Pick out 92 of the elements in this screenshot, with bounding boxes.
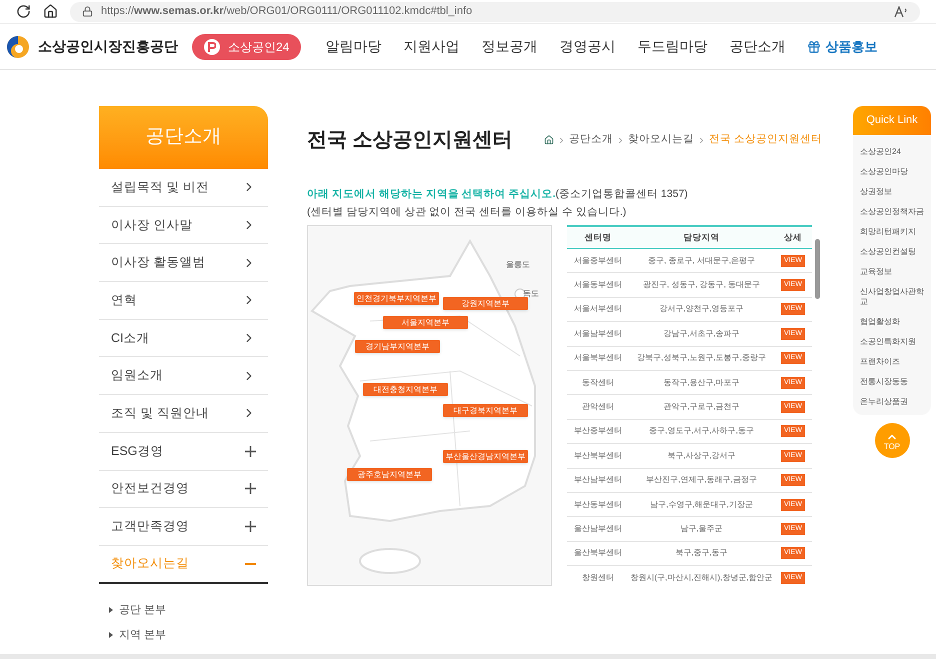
nav-link[interactable]: 지원사업 [403,36,460,57]
scrollbar[interactable] [815,239,820,299]
quick-link-item[interactable]: 전통시장동동 [860,377,924,387]
sidebar-item[interactable]: 임원소개 [99,357,268,396]
table-cell-text: 남구,울주군 [679,522,724,535]
island-label: 울릉도 [506,259,530,271]
breadcrumb-item: 전국 소상공인지원센터 [709,132,822,148]
table-cell-text: 관악센터 [581,401,615,414]
quick-link-item[interactable]: 프랜차이즈 [860,357,924,367]
sidebar-item[interactable]: 설립목적 및 비전 [99,169,268,207]
table-cell-text: 부산중부센터 [573,425,623,438]
sub-menu-item[interactable]: 지역 본부 [109,627,268,644]
nav-link[interactable]: 상품홍보 [807,36,878,56]
quick-link-item[interactable]: 소상공인정책자금 [860,207,924,217]
nav-link[interactable]: 경영공시 [559,36,616,57]
p-logo-icon [204,38,220,54]
table-cell-text: 중구, 종로구, 서대문구,은평구 [646,254,756,267]
bullet-icon [109,606,113,613]
nav-link[interactable]: 두드림마당 [637,36,708,57]
sidebar-item[interactable]: 안전보건경영 [99,470,268,508]
table-cell-text: 창원센터 [581,572,615,584]
plus-icon [245,521,256,532]
column-header: 상세 [783,231,803,244]
sidebar-title: 공단소개 [99,106,268,169]
notice-text: (센터별 담당지역에 상관 없이 전국 센터를 이용하실 수 있습니다.) [307,205,628,220]
sidebar-item[interactable]: 이사장 인사말 [99,206,268,244]
portal-link-button[interactable]: 소상공인24 [192,34,302,60]
table-cell-text: 부산남부센터 [573,474,623,486]
breadcrumb-item[interactable]: 찾아오시는길 [628,132,694,148]
quick-link-item[interactable]: 협업활성화 [860,317,924,327]
table-cell: 창원시(구,마산시,진해시),창녕군,함안군 [629,572,774,584]
home-icon[interactable] [43,4,58,19]
nav-link[interactable]: 정보공개 [481,36,538,57]
reload-icon[interactable] [16,4,31,19]
sidebar-item[interactable]: ESG경영 [99,432,268,470]
quick-link-title: Quick Link [853,106,931,135]
table-cell-text: 관악구,구로구,금천구 [662,401,741,414]
table-cell-text: 서울동부센터 [573,279,623,292]
quick-link-item[interactable]: 온누리상품권 [860,397,924,407]
table-cell-text: 울산남부센터 [573,522,623,535]
quick-link-item[interactable]: 신사업창업사관학교 [860,287,924,307]
quick-link-item[interactable]: 희망리턴패키지 [860,227,924,237]
sidebar-item[interactable]: 조직 및 직원안내 [99,395,268,433]
table-cell-text: 광진구, 성동구, 강동구, 동대문구 [642,279,762,292]
table-cell-text: 강남구,서초구,송파구 [662,328,741,340]
table-cell-text: 북구,중구,동구 [674,547,729,560]
quick-link-item[interactable]: 상권정보 [860,187,924,197]
nav-link[interactable]: 공단소개 [729,36,786,57]
sidebar-item[interactable]: 고객만족경영 [99,508,268,546]
breadcrumb-item[interactable]: 공단소개 [569,132,614,148]
table-cell-text: 부산북부센터 [573,450,623,462]
quick-link-item[interactable]: 소상공인24 [860,147,924,157]
address-bar[interactable]: https://www.semas.or.kr/web/ORG01/ORG0111/ORG011102.kmdc#tbl_info [70,2,920,22]
table-cell-text: 부산동부센터 [573,498,623,511]
quick-link-item[interactable]: 소상공인컨설팅 [860,247,924,257]
table-cell-text: 강서구,양천구,영등포구 [658,303,745,316]
table-cell-text: 서울남부센터 [573,328,623,340]
sidebar-item[interactable]: 이사장 활동앨범 [99,244,268,282]
table-cell-text: 동작구,용산구,마포구 [662,376,741,389]
notice-text: 아래 지도에서 해당하는 지역을 선택하여 주십시오.(중소기업통합콜센터 1357) [307,187,689,202]
table-cell-text: 중구,영도구,서구,사하구,동구 [648,425,755,438]
logo-icon [4,34,32,58]
table-cell-text: 서울북부센터 [573,352,623,364]
table-cell-text: 부산진구,연제구,동래구,금정구 [645,474,758,486]
plus-icon [245,446,256,457]
table-cell-text: 동작센터 [581,376,615,389]
table-cell-text: 북구,사상구,강서구 [666,450,737,462]
table-cell-text: 서울중부센터 [573,254,623,267]
quick-link-item[interactable]: 소상공인마당 [860,167,924,177]
table-cell-text: 남구,수영구,해운대구,기장군 [649,498,754,511]
page-title: 전국 소상공인지원센터 [307,128,513,153]
url-text: https://www.semas.or.kr/web/ORG01/ORG0111/ORG011102.kmdc#tbl_info [101,4,472,20]
gift-icon [807,40,822,54]
logo-text[interactable]: 소상공인시장진흥공단 [38,36,178,57]
sidebar-item[interactable]: CI소개 [99,320,268,358]
table-cell-text: 서울서부센터 [573,303,623,316]
bullet-icon [109,632,113,638]
lock-icon [82,6,93,17]
sub-menu-item[interactable]: 공단 본부 [109,602,268,618]
column-header: 담당지역 [682,231,720,244]
plus-icon [245,483,256,494]
table-cell-text: 강북구,성북구,노원구,도봉구,중랑구 [636,352,767,364]
minus-icon [245,562,256,565]
column-header: 센터명 [584,231,612,244]
read-aloud-icon[interactable] [894,6,908,18]
quick-link-item[interactable]: 교육정보 [860,267,924,277]
island-label: 독도 [523,288,539,300]
sidebar-item[interactable]: 연혁 [99,282,268,320]
table-cell-text: 울산북부센터 [573,547,623,560]
nav-link[interactable]: 알림마당 [325,36,382,57]
quick-link-item[interactable]: 소공인특화지원 [860,337,924,347]
home-icon[interactable] [544,135,554,145]
